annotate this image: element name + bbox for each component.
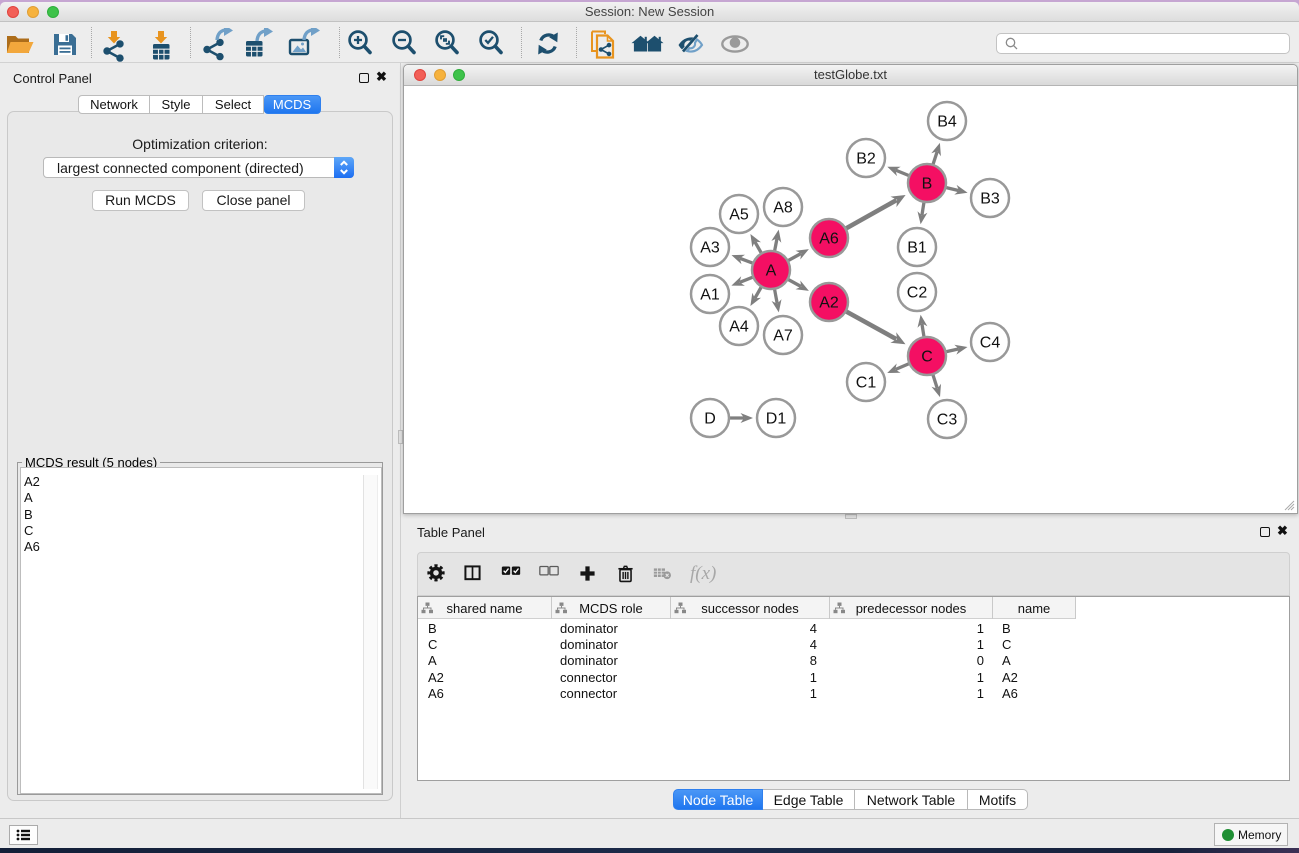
- svg-text:A8: A8: [773, 200, 793, 217]
- svg-text:A2: A2: [819, 295, 839, 312]
- svg-text:C1: C1: [856, 375, 877, 392]
- svg-text:C4: C4: [980, 335, 1001, 352]
- svg-text:C3: C3: [937, 412, 958, 429]
- svg-text:B: B: [922, 176, 933, 193]
- svg-text:A4: A4: [729, 319, 749, 336]
- svg-text:B2: B2: [856, 151, 876, 168]
- svg-text:B1: B1: [907, 240, 927, 257]
- svg-text:B4: B4: [937, 114, 957, 131]
- svg-text:A5: A5: [729, 207, 749, 224]
- svg-text:A6: A6: [819, 231, 839, 248]
- svg-text:C: C: [921, 349, 933, 366]
- svg-text:A3: A3: [700, 240, 720, 257]
- svg-text:A: A: [766, 263, 777, 280]
- svg-text:A7: A7: [773, 328, 793, 345]
- svg-text:D: D: [704, 411, 716, 428]
- svg-text:D1: D1: [766, 411, 787, 428]
- svg-text:A1: A1: [700, 287, 720, 304]
- svg-text:C2: C2: [907, 285, 928, 302]
- svg-text:B3: B3: [980, 191, 1000, 208]
